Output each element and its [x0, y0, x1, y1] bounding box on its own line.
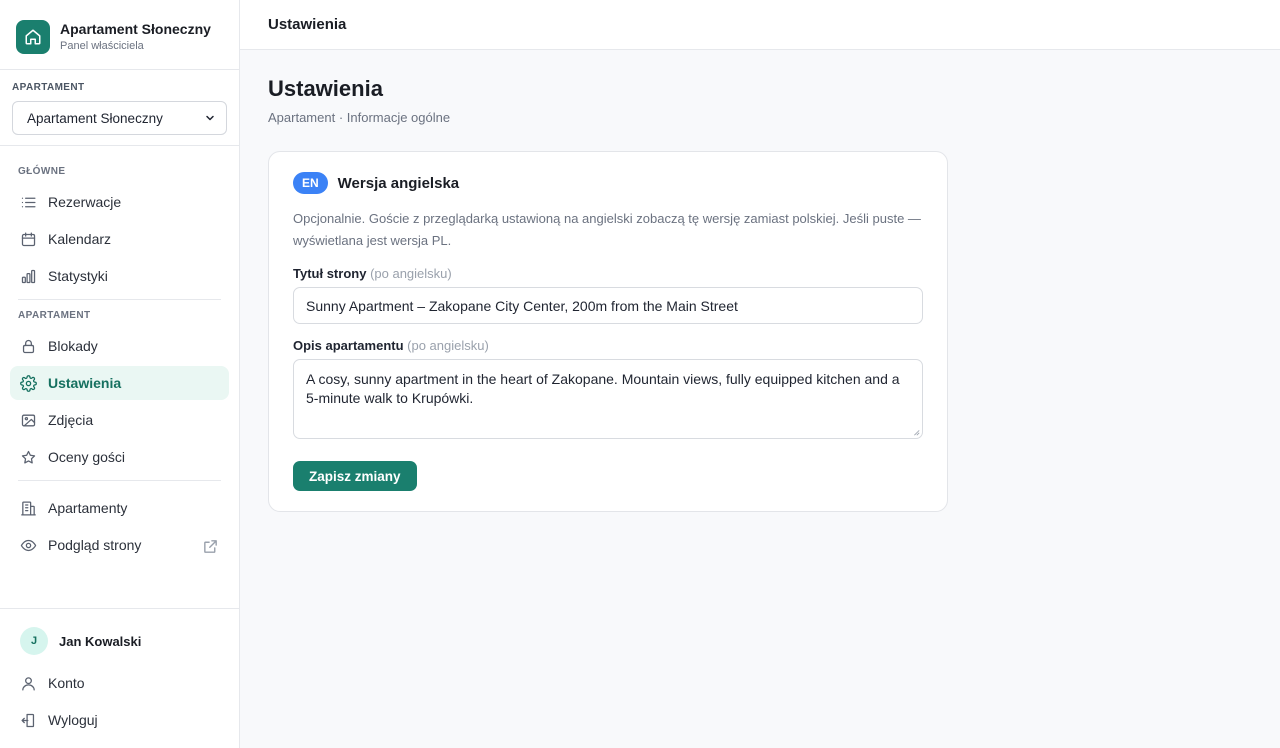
building-icon	[21, 500, 36, 516]
sidebar-item-label: Ustawienia	[48, 375, 122, 391]
sidebar-item-kalendarz[interactable]: Kalendarz	[10, 222, 229, 256]
sidebar-item-rezerwacje[interactable]: Rezerwacje	[10, 185, 229, 219]
desc-field-hint: (po angielsku)	[407, 338, 489, 353]
topbar-title: Ustawienia	[268, 16, 347, 33]
nav-divider	[18, 480, 221, 481]
card-description: Opcjonalnie. Goście z przeglądarką ustaw…	[293, 211, 921, 248]
sidebar-item-label: Podgląd strony	[48, 537, 142, 553]
save-button[interactable]: Zapisz zmiany	[293, 461, 417, 491]
logout-label: Wyloguj	[48, 712, 98, 728]
user-section: J Jan Kowalski Konto Wyloguj	[0, 608, 239, 748]
nav-section-main: GŁÓWNE	[18, 166, 66, 177]
logout-button[interactable]: Wyloguj	[10, 703, 229, 737]
apartment-selector-label: APARTAMENT	[12, 82, 85, 93]
sidebar-item-label: Oceny gości	[48, 449, 126, 465]
resize-handle-icon[interactable]	[912, 428, 920, 436]
nav-divider	[18, 299, 221, 300]
user-name: Jan Kowalski	[59, 633, 142, 649]
calendar-icon	[21, 231, 36, 246]
card-title: Wersja angielska	[337, 174, 460, 192]
logout-icon	[21, 713, 35, 727]
description-en-textarea[interactable]: A cosy, sunny apartment in the heart of …	[293, 359, 923, 439]
sidebar-item-ustawienia[interactable]: Ustawienia	[10, 366, 229, 400]
sidebar-item-blokady[interactable]: Blokady	[10, 329, 229, 363]
star-icon	[21, 450, 36, 464]
breadcrumb: Apartament · Informacje ogólne	[268, 110, 451, 125]
desc-field-label-text: Opis apartamentu	[293, 338, 404, 353]
language-badge: EN	[293, 172, 328, 194]
account-link[interactable]: Konto	[10, 666, 229, 700]
gear-icon	[20, 374, 37, 392]
sidebar-item-label: Statystyki	[48, 268, 108, 284]
topbar: Ustawienia	[240, 0, 1280, 50]
apartment-selector-section: APARTAMENT Apartament Słoneczny	[0, 70, 239, 146]
eye-icon	[20, 539, 37, 551]
apartment-select[interactable]: Apartament Słoneczny	[12, 101, 227, 135]
bar-chart-icon	[21, 269, 36, 283]
description-en-value: A cosy, sunny apartment in the heart of …	[306, 371, 900, 406]
title-field-label-text: Tytuł strony	[293, 266, 367, 281]
sidebar-item-label: Kalendarz	[48, 231, 112, 247]
sidebar-item-statystyki[interactable]: Statystyki	[10, 259, 229, 293]
user-icon	[22, 676, 35, 691]
sidebar-item-label: Rezerwacje	[48, 194, 122, 210]
avatar: J	[20, 627, 48, 655]
sidebar-item-label: Zdjęcia	[48, 412, 94, 428]
user-profile: J Jan Kowalski	[10, 625, 229, 657]
english-version-card: EN Wersja angielska Opcjonalnie. Goście …	[268, 151, 948, 512]
home-icon	[16, 19, 50, 54]
title-field-label: Tytuł strony (po angielsku)	[293, 266, 923, 281]
list-icon	[21, 197, 36, 207]
sidebar-item-podglad-strony[interactable]: Podgląd strony	[10, 528, 229, 562]
sidebar-item-apartamenty[interactable]: Apartamenty	[10, 491, 229, 525]
page-title: Ustawienia	[268, 76, 383, 101]
title-en-value: Sunny Apartment – Zakopane City Center, …	[306, 297, 738, 314]
desc-field-label: Opis apartamentu (po angielsku)	[293, 338, 923, 353]
account-label: Konto	[48, 675, 85, 691]
sidebar-item-label: Blokady	[48, 338, 98, 354]
main-nav: GŁÓWNE Rezerwacje Kalendarz Statystyki A…	[0, 166, 239, 562]
title-field-hint: (po angielsku)	[370, 266, 452, 281]
chevron-down-icon	[206, 115, 214, 121]
sidebar: Apartament Słoneczny Panel właściciela A…	[0, 0, 240, 748]
brand: Apartament Słoneczny Panel właściciela	[0, 0, 239, 70]
sidebar-item-zdjecia[interactable]: Zdjęcia	[10, 403, 229, 437]
brand-title: Apartament Słoneczny	[60, 21, 211, 37]
sidebar-item-label: Apartamenty	[48, 500, 128, 516]
external-link-icon	[204, 540, 217, 553]
image-icon	[21, 414, 36, 426]
apartment-select-value: Apartament Słoneczny	[27, 110, 163, 126]
title-en-input[interactable]: Sunny Apartment – Zakopane City Center, …	[293, 287, 923, 324]
brand-subtitle: Panel właściciela	[60, 40, 144, 52]
main-content: Ustawienia Apartament · Informacje ogóln…	[268, 76, 948, 512]
sidebar-item-oceny-gosci[interactable]: Oceny gości	[10, 440, 229, 474]
lock-icon	[22, 339, 35, 353]
nav-section-apartment: APARTAMENT	[18, 310, 91, 321]
